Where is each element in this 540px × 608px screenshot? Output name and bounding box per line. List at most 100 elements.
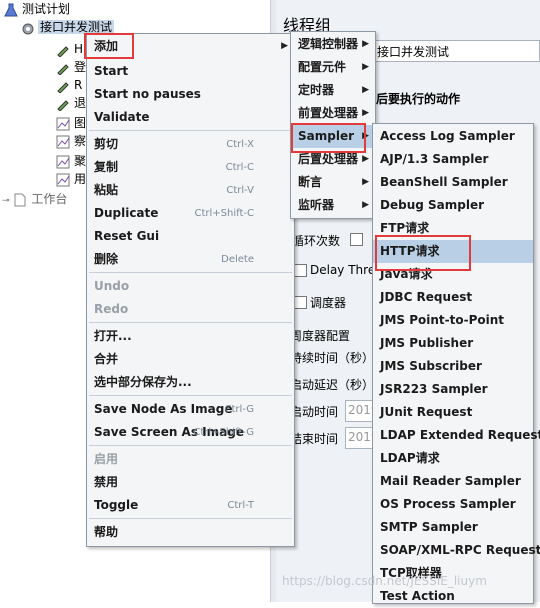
duration-label: 持续时间（秒） [290, 351, 375, 365]
sampler-label: JMS Publisher [380, 336, 474, 350]
sampler-item[interactable]: JDBC Request [373, 286, 533, 309]
context-menu-item[interactable]: Start [87, 60, 294, 83]
sampler-item[interactable]: JUnit Request [373, 401, 533, 424]
shortcut-label: Delete [221, 254, 254, 265]
loop-count-label: 循环次数 [292, 234, 341, 248]
tree-node-test-plan[interactable]: 测试计划 [4, 0, 70, 18]
sampler-item[interactable]: SOAP/XML-RPC Request [373, 539, 540, 562]
sampler-label: OS Process Sampler [380, 497, 516, 511]
submenu-arrow-icon: ▶ [362, 200, 369, 210]
sampler-item[interactable]: Debug Sampler [373, 194, 533, 217]
scheduler-checkbox[interactable] [294, 296, 307, 309]
add-submenu-label: 后置处理器 [298, 152, 359, 166]
end-time-field[interactable]: 2019 [345, 427, 379, 449]
sampler-label: AJP/1.3 Sampler [380, 152, 489, 166]
name-field[interactable]: 接口并发测试 [372, 40, 540, 62]
tree-node-aggregate[interactable]: 聚 [56, 152, 86, 170]
context-menu-item[interactable]: Save Node As Image Ctrl-G [87, 398, 294, 421]
sampler-item[interactable]: JMS Subscriber [373, 355, 533, 378]
tree-node-logout[interactable]: 退 [56, 94, 86, 112]
context-menu-item[interactable]: Redo [87, 298, 294, 321]
submenu-arrow-icon: ▶ [362, 39, 369, 49]
tree-node-graph[interactable]: 图 [56, 114, 86, 132]
context-menu-item[interactable]: 粘贴 Ctrl-V [87, 179, 294, 202]
context-menu-item[interactable]: Reset Gui [87, 225, 294, 248]
context-menu-item[interactable]: 打开... [87, 325, 294, 348]
sampler-item[interactable]: AJP/1.3 Sampler [373, 148, 533, 171]
sampler-label: BeanShell Sampler [380, 175, 508, 189]
loop-forever-checkbox[interactable] [350, 233, 363, 246]
add-submenu-item[interactable]: 监听器 ▶ [291, 194, 375, 217]
tree-node-workbench[interactable]: ⊸ 工作台 [2, 190, 67, 208]
sampler-item[interactable]: LDAP请求 [373, 447, 533, 470]
sampler-label: JUnit Request [380, 405, 473, 419]
sampler-item[interactable]: JSR223 Sampler [373, 378, 533, 401]
sampler-label: LDAP Extended Request [380, 428, 540, 442]
tree-node-label: 察 [74, 134, 87, 148]
shortcut-label: Ctrl+Shift-G [193, 427, 254, 438]
pipette-icon [56, 79, 70, 94]
sampler-label: SMTP Sampler [380, 520, 478, 534]
submenu-arrow-icon: ▶ [362, 108, 369, 118]
tree-node-label: H [74, 42, 84, 56]
gear-icon [20, 21, 34, 35]
context-menu-item[interactable]: Toggle Ctrl-T [87, 494, 294, 517]
sampler-item[interactable]: OS Process Sampler [373, 493, 533, 516]
context-menu-label: Redo [94, 302, 129, 316]
sampler-item[interactable]: Test Action [373, 585, 533, 608]
context-menu-item[interactable]: 启用 [87, 448, 294, 471]
shortcut-label: Ctrl-G [224, 404, 254, 415]
tree-node-http[interactable]: H [56, 40, 83, 58]
sampler-item[interactable]: LDAP Extended Request [373, 424, 540, 447]
delay-thread-checkbox[interactable] [294, 264, 307, 277]
context-menu-item[interactable]: 删除 Delete [87, 248, 294, 271]
context-menu-item[interactable]: Duplicate Ctrl+Shift-C [87, 202, 294, 225]
highlight-http-request [375, 235, 471, 271]
pipette-icon [56, 97, 70, 112]
tree-node-login[interactable]: 登 [56, 58, 86, 76]
menu-separator [89, 518, 292, 519]
add-submenu-item[interactable]: 逻辑控制器 ▶ [291, 33, 375, 56]
add-submenu-item[interactable]: 配置元件 ▶ [291, 56, 375, 79]
menu-separator [89, 130, 292, 131]
shortcut-label: Ctrl-T [227, 500, 254, 511]
context-menu-item[interactable]: 选中部分保存为... [87, 371, 294, 394]
context-menu-label: Toggle [94, 498, 139, 512]
tree-node-label: 退 [74, 96, 87, 110]
add-submenu-item[interactable]: 前置处理器 ▶ [291, 102, 375, 125]
sampler-item[interactable]: JMS Publisher [373, 332, 533, 355]
sampler-item[interactable]: Mail Reader Sampler [373, 470, 533, 493]
workbench-icon [13, 193, 27, 207]
sampler-item[interactable]: SMTP Sampler [373, 516, 533, 539]
context-menu-label: 粘贴 [94, 183, 119, 197]
context-menu-item[interactable]: 帮助 [87, 521, 294, 544]
sampler-label: Access Log Sampler [380, 129, 515, 143]
sampler-submenu: Access Log Sampler AJP/1.3 Sampler BeanShe… [372, 123, 540, 604]
tree-node-r[interactable]: R [56, 76, 82, 94]
sampler-label: JMS Point-to-Point [380, 313, 505, 327]
context-menu-item[interactable]: Save Screen As Image Ctrl+Shift-G [87, 421, 294, 444]
add-submenu-item[interactable]: 断言 ▶ [291, 171, 375, 194]
scheduler-config-label: 周度器配置 [290, 329, 351, 343]
sampler-item[interactable]: BeanShell Sampler [373, 171, 533, 194]
sampler-label: FTP请求 [380, 221, 430, 235]
context-menu-item[interactable]: 剪切 Ctrl-X [87, 133, 294, 156]
tree-node-view[interactable]: 察 [56, 132, 86, 150]
context-menu-item[interactable]: 禁用 [87, 471, 294, 494]
context-menu-item[interactable]: 合并 [87, 348, 294, 371]
context-menu-item[interactable]: Start no pauses [87, 83, 294, 106]
context-menu-item[interactable]: Validate [87, 106, 294, 129]
end-time-label: 结束时间 [290, 432, 339, 446]
sampler-item[interactable]: JMS Point-to-Point [373, 309, 533, 332]
submenu-arrow-icon: ▶ [362, 85, 369, 95]
tree-node-label: 接口并发测试 [38, 20, 115, 34]
start-time-field[interactable]: 2019 [345, 400, 379, 422]
add-submenu-item[interactable]: 定时器 ▶ [291, 79, 375, 102]
context-menu-item[interactable]: Undo [87, 275, 294, 298]
sampler-item[interactable]: Access Log Sampler [373, 125, 533, 148]
tree-node-user[interactable]: 用 [56, 170, 86, 188]
submenu-arrow-icon: ▶ [362, 62, 369, 72]
context-menu-item[interactable]: 复制 Ctrl-C [87, 156, 294, 179]
add-submenu-label: 断言 [298, 175, 323, 189]
sampler-label: JMS Subscriber [380, 359, 482, 373]
